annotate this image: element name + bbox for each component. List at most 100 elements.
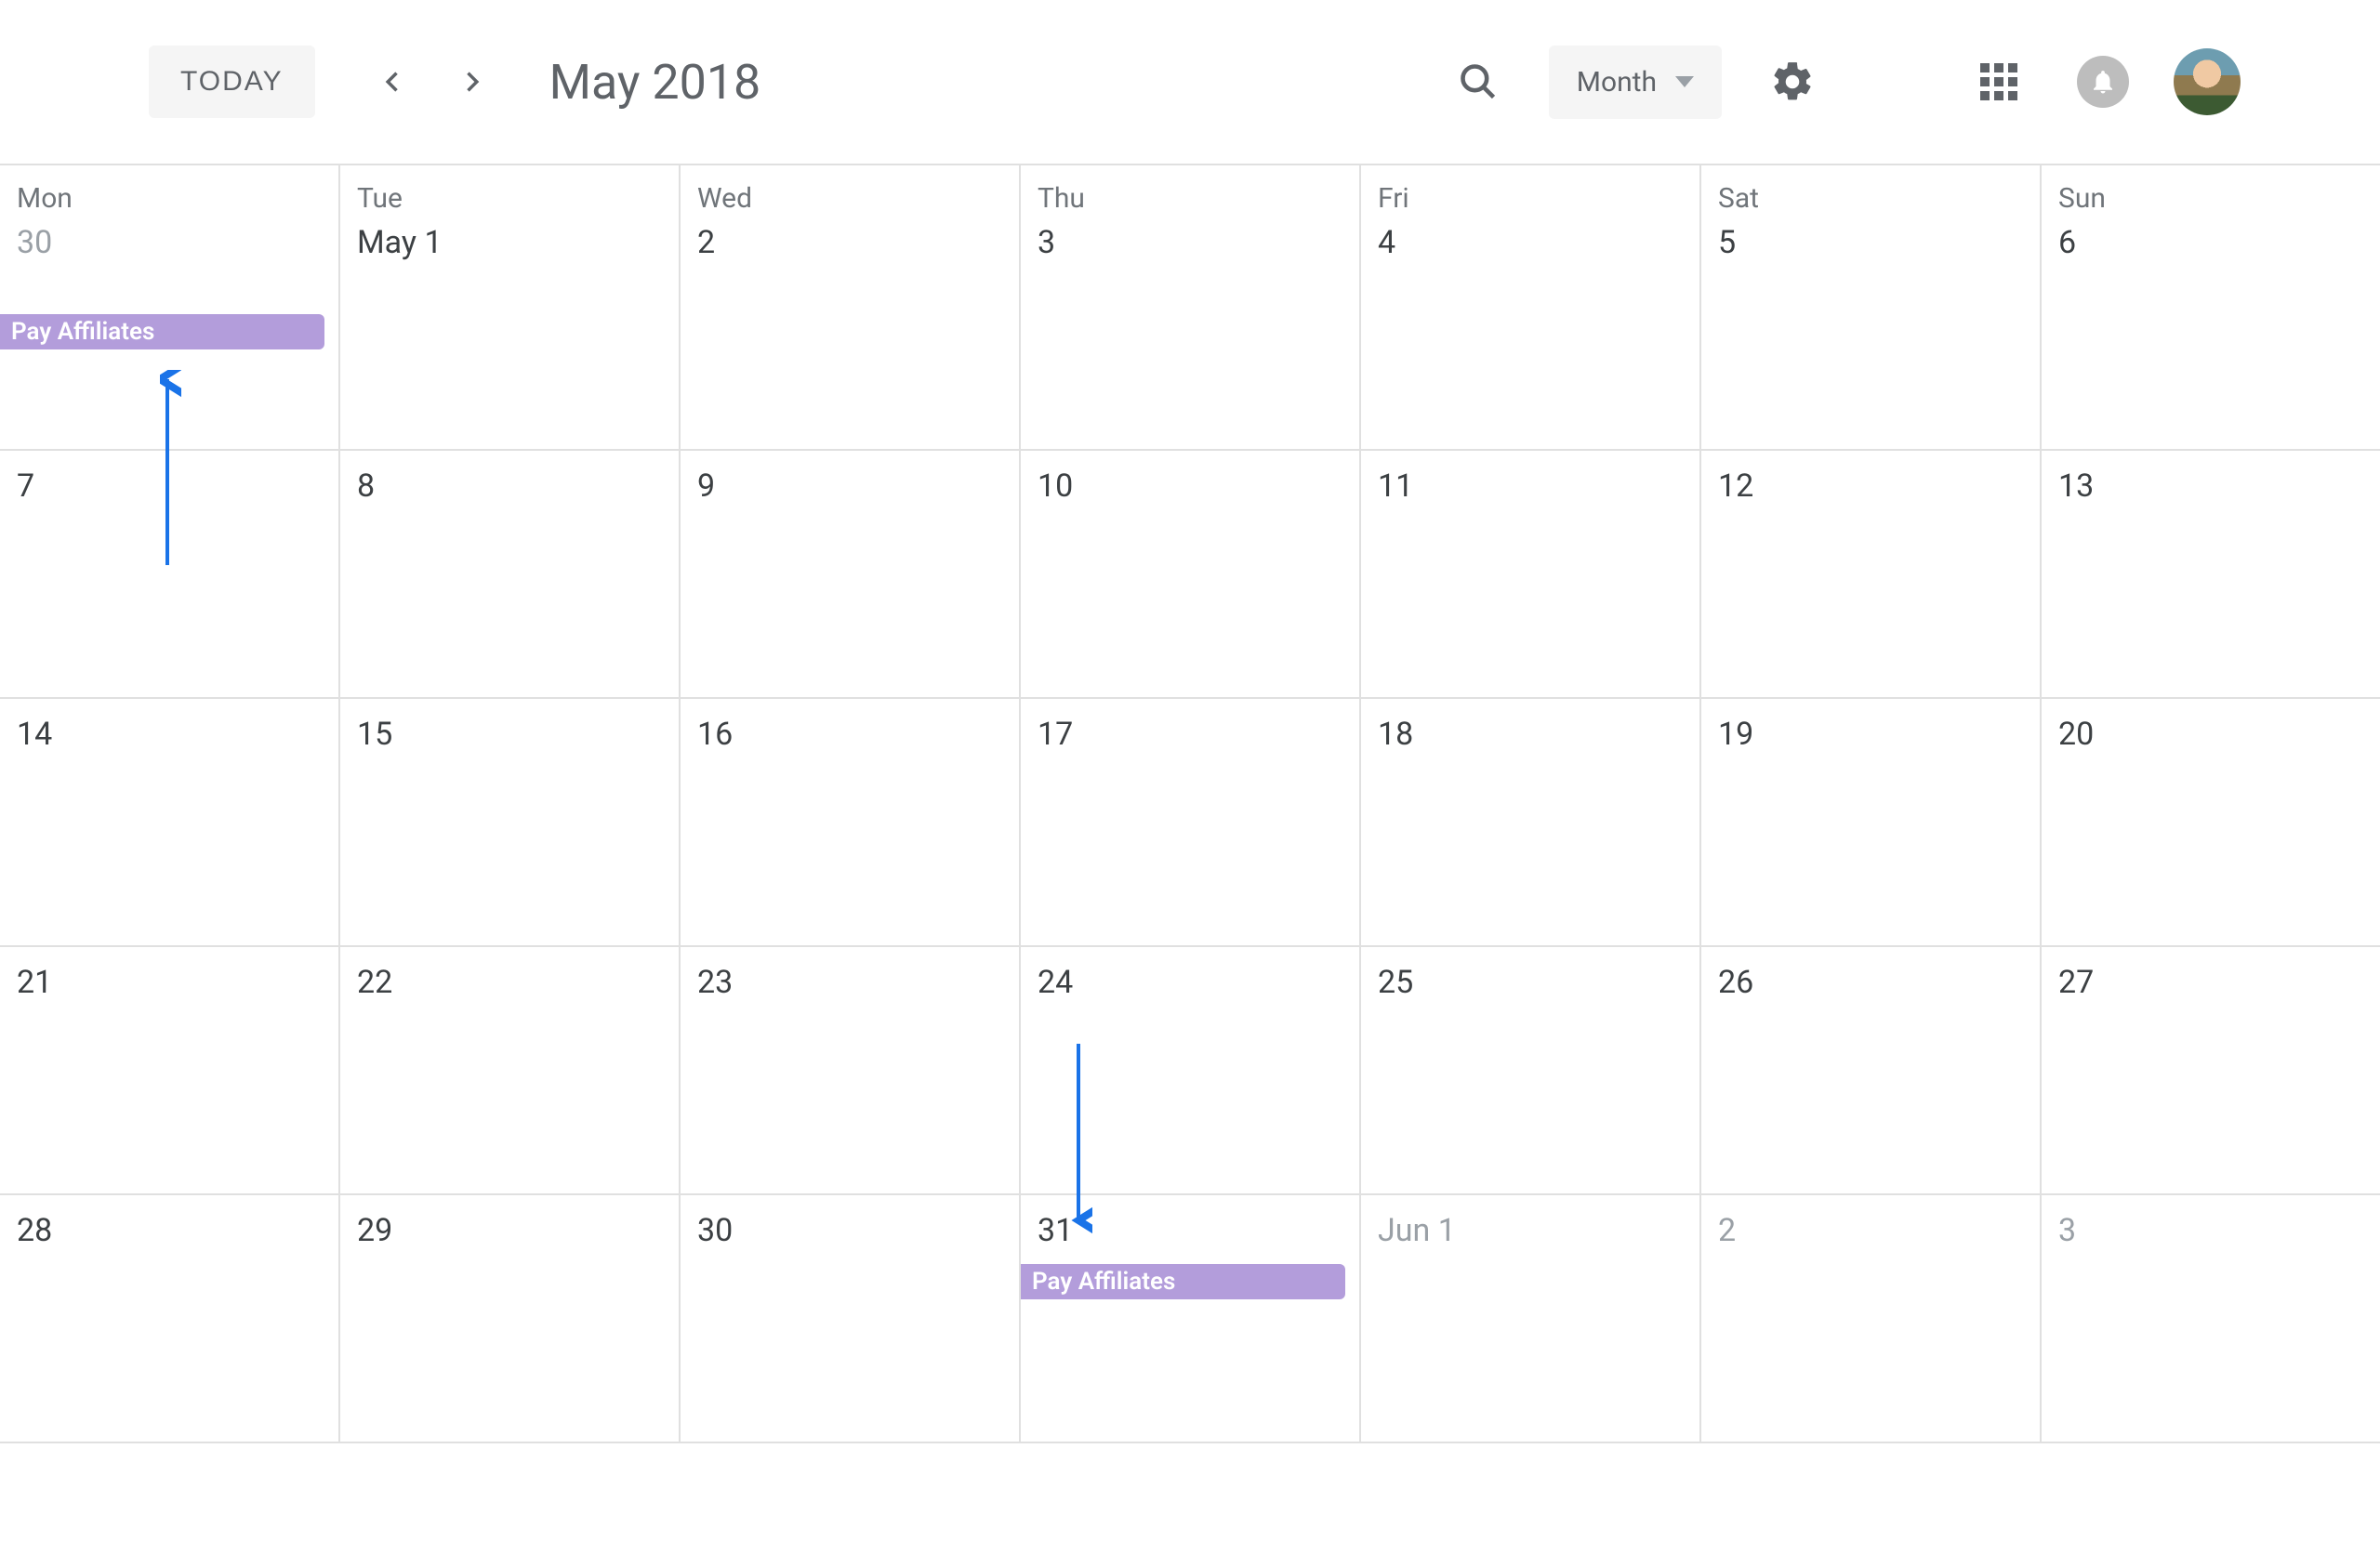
day-of-week-label: Mon (17, 182, 322, 215)
notifications-button[interactable] (2069, 48, 2136, 115)
date-number: 3 (1038, 224, 1342, 261)
gear-icon (1769, 59, 1816, 105)
prev-month-button[interactable] (371, 59, 416, 104)
date-number: 18 (1378, 716, 1683, 753)
date-number: 7 (17, 468, 322, 505)
calendar-event[interactable]: Pay Affiliates (0, 314, 324, 349)
day-cell[interactable]: 2 (1701, 1195, 2042, 1442)
calendar-row: 21 22 23 24 25 26 27 (0, 947, 2380, 1195)
date-number: 6 (2058, 224, 2363, 261)
date-number: Jun 1 (1378, 1212, 1683, 1249)
date-number: 12 (1718, 468, 2023, 505)
date-number: 28 (17, 1212, 322, 1249)
day-cell[interactable]: 21 (0, 947, 340, 1193)
today-button[interactable]: TODAY (149, 46, 315, 118)
search-icon (1458, 61, 1499, 102)
day-cell[interactable]: 13 (2042, 451, 2380, 697)
date-number: May 1 (357, 224, 662, 261)
day-of-week-label: Thu (1038, 182, 1342, 215)
day-cell[interactable]: 23 (681, 947, 1021, 1193)
day-cell[interactable]: 15 (340, 699, 681, 945)
day-cell[interactable]: 29 (340, 1195, 681, 1442)
day-cell[interactable]: 31 Pay Affiliates (1021, 1195, 1361, 1442)
search-button[interactable] (1445, 48, 1512, 115)
next-month-button[interactable] (449, 59, 494, 104)
day-of-week-label: Sun (2058, 182, 2363, 215)
day-cell[interactable]: 22 (340, 947, 681, 1193)
nav-arrows (371, 59, 494, 104)
date-number: 26 (1718, 964, 2023, 1001)
calendar-row: Mon30Pay AffiliatesTueMay 1Wed2Thu3Fri4S… (0, 165, 2380, 451)
date-number: 29 (357, 1212, 662, 1249)
month-title: May 2018 (549, 54, 761, 111)
day-cell[interactable]: Sun 6 (2042, 165, 2380, 449)
day-cell[interactable]: 24 (1021, 947, 1361, 1193)
view-select-label: Month (1577, 66, 1657, 99)
date-number: 3 (2058, 1212, 2363, 1249)
calendar-event[interactable]: Pay Affiliates (1021, 1264, 1345, 1299)
date-number: 31 (1038, 1212, 1342, 1249)
day-cell[interactable]: 28 (0, 1195, 340, 1442)
calendar-header: TODAY May 2018 Month (0, 0, 2380, 164)
day-cell[interactable]: Mon 30 Pay Affiliates (0, 165, 340, 449)
day-cell[interactable]: 16 (681, 699, 1021, 945)
day-cell[interactable]: 18 (1361, 699, 1701, 945)
date-number: 27 (2058, 964, 2363, 1001)
calendar-row: 789 10 11 12 13 (0, 451, 2380, 699)
day-cell[interactable]: 8 (340, 451, 681, 697)
profile-avatar[interactable] (2174, 48, 2241, 115)
date-number: 4 (1378, 224, 1683, 261)
bell-icon (2077, 56, 2129, 108)
day-cell[interactable]: Wed2 (681, 165, 1021, 449)
day-cell[interactable]: 17 (1021, 699, 1361, 945)
date-number: 25 (1378, 964, 1683, 1001)
day-cell[interactable]: Sat 5 (1701, 165, 2042, 449)
day-cell[interactable]: 30 (681, 1195, 1021, 1442)
chevron-left-icon (380, 61, 406, 102)
calendar-grid: Mon30Pay AffiliatesTueMay 1Wed2Thu3Fri4S… (0, 164, 2380, 1443)
calendar-row: 1415 16 17 18 19 20 (0, 699, 2380, 947)
date-number: 9 (697, 468, 1002, 505)
day-cell[interactable]: 26 (1701, 947, 2042, 1193)
date-number: 8 (357, 468, 662, 505)
day-cell[interactable]: 12 (1701, 451, 2042, 697)
date-number: 30 (697, 1212, 1002, 1249)
day-cell[interactable]: 19 (1701, 699, 2042, 945)
date-number: 11 (1378, 468, 1683, 505)
day-cell[interactable]: 27 (2042, 947, 2380, 1193)
day-cell[interactable]: 9 (681, 451, 1021, 697)
day-of-week-label: Sat (1718, 182, 2023, 215)
day-cell[interactable]: 11 (1361, 451, 1701, 697)
date-number: 2 (1718, 1212, 2023, 1249)
day-cell[interactable]: 3 (2042, 1195, 2380, 1442)
day-cell[interactable]: 14 (0, 699, 340, 945)
day-of-week-label: Fri (1378, 182, 1683, 215)
day-cell[interactable]: Jun 1 (1361, 1195, 1701, 1442)
date-number: 19 (1718, 716, 2023, 753)
apps-grid-icon (1980, 63, 2017, 100)
date-number: 20 (2058, 716, 2363, 753)
date-number: 24 (1038, 964, 1342, 1001)
day-cell[interactable]: 7 (0, 451, 340, 697)
day-cell[interactable]: 25 (1361, 947, 1701, 1193)
calendar-row: 28 29 30 31 Pay Affiliates Jun 1 23 (0, 1195, 2380, 1443)
chevron-right-icon (458, 61, 484, 102)
date-number: 23 (697, 964, 1002, 1001)
settings-button[interactable] (1759, 48, 1826, 115)
date-number: 17 (1038, 716, 1342, 753)
date-number: 21 (17, 964, 322, 1001)
apps-button[interactable] (1965, 48, 2032, 115)
view-select[interactable]: Month (1549, 46, 1722, 119)
date-number: 5 (1718, 224, 2023, 261)
date-number: 2 (697, 224, 1002, 261)
day-cell[interactable]: Fri 4 (1361, 165, 1701, 449)
date-number: 22 (357, 964, 662, 1001)
date-number: 16 (697, 716, 1002, 753)
day-cell[interactable]: Tue May 1 (340, 165, 681, 449)
day-cell[interactable]: 10 (1021, 451, 1361, 697)
day-cell[interactable]: 20 (2042, 699, 2380, 945)
day-of-week-label: Tue (357, 182, 662, 215)
caret-down-icon (1675, 75, 1694, 88)
date-number: 30 (17, 224, 322, 261)
day-cell[interactable]: Thu 3 (1021, 165, 1361, 449)
